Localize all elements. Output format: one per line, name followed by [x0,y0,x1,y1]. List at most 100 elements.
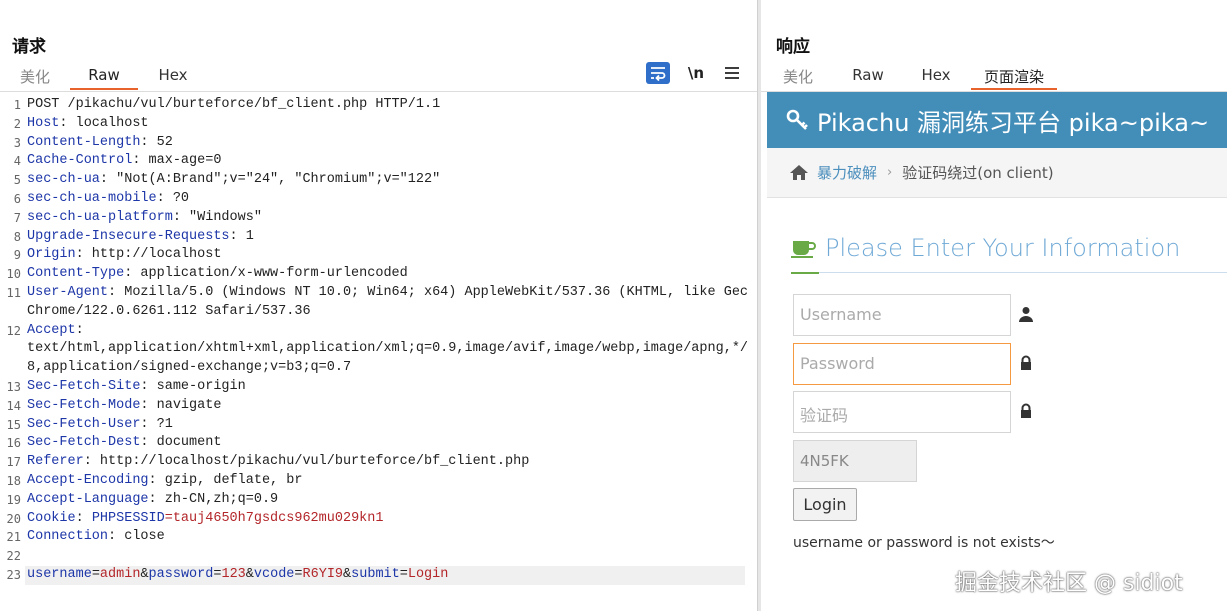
home-icon[interactable] [789,164,809,181]
line-number: 18 [6,474,21,488]
header-value: : document [140,435,222,451]
request-editor[interactable]: 1 POST /pikachu/vul/burteforce/bf_client.… [0,94,757,611]
request-line: Content-Length: 52 [27,134,747,153]
tab-raw[interactable]: Raw [835,64,901,90]
param-key: submit [351,567,400,582]
request-line: sec-ch-ua-mobile: ?0 [27,190,747,209]
line-number: 14 [6,398,21,413]
header-value: : zh-CN,zh;q=0.9 [148,491,279,507]
request-line: Sec-Fetch-User: ?1 [27,416,747,435]
line-number: 23 [6,568,21,582]
line-number: 4 [13,154,21,169]
vcode-input[interactable]: 验证码 [793,391,1011,433]
tab-hex[interactable]: Hex [901,64,971,90]
header-value: : same-origin [140,379,246,394]
line-number: 17 [6,455,21,470]
header-value: : navigate [140,397,222,413]
options-menu-button[interactable] [724,62,740,84]
param-equals: = [294,567,303,582]
response-tabs: 美化 Raw Hex 页面渲染 [761,64,1057,90]
breadcrumb-current: 验证码绕过(on client) [902,164,1054,182]
header-value: : "Windows" [172,209,262,225]
line-number: 1 [13,98,21,112]
form-title-divider [791,272,1227,274]
error-message: username or password is not exists～ [793,535,1055,551]
line-number: 20 [6,511,21,526]
line-number: 16 [6,436,21,451]
header-name: Cookie [27,510,76,526]
header-value: : 1 [229,228,254,244]
header-name: Accept-Language [27,491,149,507]
line-number: 21 [6,530,21,545]
request-tab-underline [0,91,757,92]
header-value: : http://localhost/pikachu/vul/burteforc… [83,454,530,470]
header-name: Accept [27,322,76,338]
header-name: sec-ch-ua [27,172,100,188]
header-value: : 52 [140,134,173,150]
line-number: 12 [6,323,21,338]
param-value: 123 [221,567,246,582]
header-name: Host [27,115,60,131]
request-line: Cookie: PHPSESSID=tauj4650h7gsdcs962mu02… [27,510,747,529]
tab-render[interactable]: 页面渲染 [971,64,1057,90]
show-newlines-button[interactable]: \n [686,62,706,84]
header-name: Sec-Fetch-Dest [27,435,141,451]
header-name: Sec-Fetch-User [27,416,141,432]
line-number: 7 [13,210,21,225]
request-line: Upgrade-Insecure-Requests: 1 [27,228,747,247]
param-value: Login [407,567,449,582]
request-line: Origin: http://localhost [27,246,747,265]
request-line: Chrome/122.0.6261.112 Safari/537.36 [27,303,747,322]
line-number: 11 [6,286,21,300]
cookie-value: =tauj4650h7gsdcs962mu029kn1 [164,510,384,526]
header-name: User-Agent [27,285,109,300]
line-number: 2 [13,116,21,131]
header-name: Upgrade-Insecure-Requests [27,228,230,244]
line-number: 15 [6,417,21,432]
request-line: Accept-Encoding: gzip, deflate, br [27,472,747,491]
header-value: 8,application/signed-exchange;v=b3;q=0.7 [27,360,352,376]
captcha-code[interactable]: 4N5FK [793,440,917,482]
param-key: password [148,567,214,582]
tab-raw[interactable]: Raw [70,64,138,90]
request-line: sec-ch-ua-platform: "Windows" [27,209,747,228]
breadcrumb: 暴力破解 › 验证码绕过(on client) [767,148,1227,198]
user-icon [1019,307,1033,322]
brand-title[interactable]: Pikachu 漏洞练习平台 pika~pika~ [817,103,1209,138]
header-name: sec-ch-ua-mobile [27,191,157,206]
request-pane: 请求 美化 Raw Hex \n 1 POST /pikachu/vul/burt… [0,0,757,611]
password-input[interactable]: Password [793,343,1011,385]
header-name: Sec-Fetch-Mode [27,397,141,413]
header-value: Chrome/122.0.6261.112 Safari/537.36 [27,303,311,319]
tab-pretty[interactable]: 美化 [761,64,835,90]
breadcrumb-link[interactable]: 暴力破解 [817,162,877,183]
login-button[interactable]: Login [793,488,857,521]
param-key: username [27,567,92,582]
header-value: : [75,322,84,338]
line-number: 3 [13,135,21,150]
line-number: 13 [6,380,21,394]
rendered-page: Pikachu 漏洞练习平台 pika~pika~ 暴力破解 › 验证码绕过(o… [767,92,1227,611]
param-value: R6YI9 [302,567,344,582]
watermark: 掘金技术社区 @ sidiot [955,571,1183,596]
tab-pretty[interactable]: 美化 [0,64,70,90]
request-body: username=admin&password=123&vcode=R6YI9&… [27,566,747,585]
line-number: 8 [13,229,21,244]
username-input[interactable]: Username [793,294,1011,336]
header-value: : Mozilla/5.0 (Windows NT 10.0; Win64; x… [108,285,747,300]
request-line: Sec-Fetch-Mode: navigate [27,397,747,416]
line-number: 19 [6,492,21,507]
form-title-text: Please Enter Your Information [825,234,1181,262]
header-name: Referer [27,454,84,470]
response-pane: 响应 美化 Raw Hex 页面渲染 Pikachu 漏洞练习平台 pika~p… [761,0,1227,611]
param-separator: & [245,567,254,582]
header-value: : http://localhost [75,247,222,263]
header-value: : localhost [59,115,149,131]
request-line: text/html,application/xhtml+xml,applicat… [27,340,747,359]
request-line: Connection: close [27,528,747,547]
word-wrap-button[interactable] [646,62,670,84]
tab-hex[interactable]: Hex [138,64,208,90]
request-line: Accept: [27,322,747,341]
param-equals: = [399,567,408,582]
param-separator: & [343,567,352,582]
